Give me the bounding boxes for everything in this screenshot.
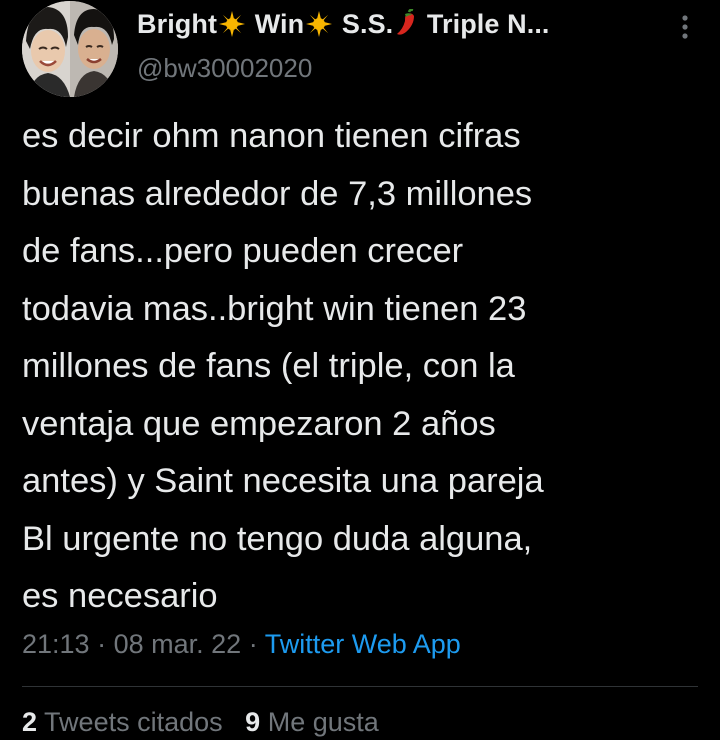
meta-separator: ·	[97, 629, 107, 659]
likes-stat[interactable]: 9 Me gusta	[245, 707, 379, 737]
sun-icon	[306, 11, 333, 45]
tweet-date[interactable]: 08 mar. 22	[114, 629, 242, 659]
tweet-stats: 2 Tweets citados 9 Me gusta	[22, 704, 379, 740]
tweet: Bright Win S.S. Triple N... @bw30002020 …	[0, 0, 720, 737]
tweet-text-line: de fans...pero pueden crecer	[22, 232, 464, 270]
quotes-stat[interactable]: 2 Tweets citados	[22, 707, 223, 737]
sun-icon	[219, 11, 246, 45]
tweet-text-line: buenas alrededor de 7,3 millones	[22, 174, 533, 213]
tweet-text-line: Bl urgente no tengo duda alguna,	[22, 519, 533, 558]
likes-label: Me gusta	[267, 707, 379, 737]
tweet-text-line: todavia mas..bright win tienen 23	[22, 289, 527, 328]
tweet-text-line: es necesario	[22, 577, 218, 615]
meta-separator: ·	[248, 629, 258, 659]
tweet-meta: 21:13 · 08 mar. 22 · Twitter Web App	[22, 626, 461, 662]
more-vertical-icon[interactable]	[675, 12, 695, 42]
chili-pepper-icon	[395, 8, 417, 45]
tweet-text-line: ventaja que empezaron 2 años	[22, 404, 496, 443]
tweet-text-line: millones de fans (el triple, con la	[22, 347, 515, 385]
tweet-time[interactable]: 21:13	[22, 629, 90, 659]
tweet-source-link[interactable]: Twitter Web App	[265, 629, 461, 659]
display-name-part: Bright	[137, 9, 218, 39]
likes-count: 9	[245, 707, 261, 737]
avatar[interactable]	[22, 1, 118, 97]
display-name-part: S.S.	[341, 9, 394, 39]
avatar-photo	[22, 1, 118, 97]
display-name-part: Win	[254, 9, 305, 39]
divider	[22, 686, 698, 687]
tweet-text-line: es decir ohm nanon tienen cifras	[22, 117, 521, 155]
handle[interactable]: @bw30002020	[137, 52, 312, 84]
display-name[interactable]: Bright Win S.S. Triple N...	[137, 7, 550, 45]
display-name-part: Triple N...	[426, 9, 550, 39]
quotes-count: 2	[22, 707, 38, 737]
tweet-text: es decir ohm nanon tienen cifras buenas …	[22, 108, 712, 626]
tweet-text-line: antes) y Saint necesita una pareja	[22, 462, 544, 500]
quotes-label: Tweets citados	[44, 707, 223, 737]
